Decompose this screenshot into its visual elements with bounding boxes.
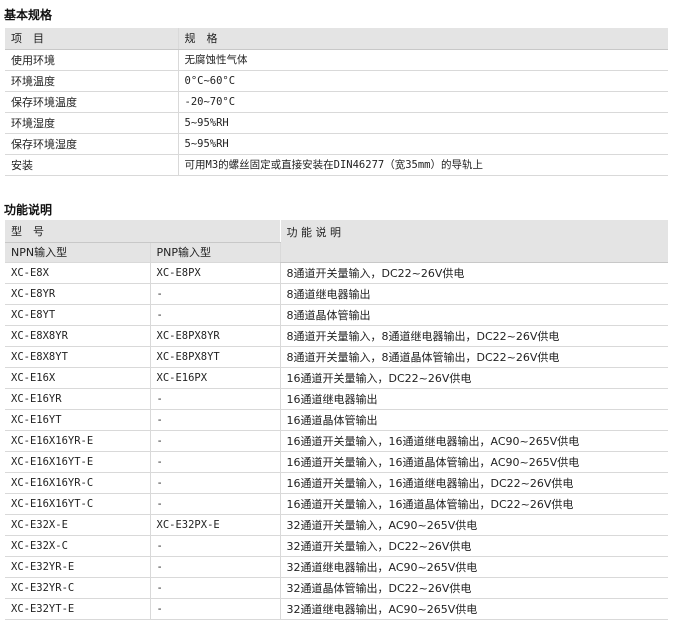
spec-value-cell: 可用M3的螺丝固定或直接安装在DIN46277（宽35mm）的导轨上 <box>178 154 668 176</box>
header-model: 型 号 <box>5 220 280 243</box>
spec-item-cell: 保存环境湿度 <box>5 133 179 155</box>
pnp-model-cell: - <box>150 283 281 305</box>
npn-model-cell: XC-E8X8YR <box>5 325 151 347</box>
header-function: 功 能 说 明 <box>280 220 668 263</box>
spec-item-cell: 使用环境 <box>5 49 179 71</box>
spec-value-cell: -20~70°C <box>178 91 668 113</box>
function-cell: 16通道开关量输入，16通道继电器输出，AC90~265V供电 <box>280 430 668 452</box>
npn-model-cell: XC-E8X <box>5 262 151 284</box>
table-row: 保存环境温度 -20~70°C <box>5 91 668 113</box>
pnp-model-cell: XC-E16PX <box>150 367 281 389</box>
table-row: 环境湿度 5~95%RH <box>5 112 668 134</box>
npn-model-cell: XC-E32YR-E <box>5 556 151 578</box>
function-cell: 8通道开关量输入，DC22~26V供电 <box>280 262 668 284</box>
table-row: XC-E32X-E XC-E32PX-E 32通道开关量输入，AC90~265V供电 <box>5 514 668 536</box>
table-row: XC-E32X-C -32通道开关量输入，DC22~26V供电 <box>5 535 668 557</box>
spec-value-cell: 5~95%RH <box>178 112 668 134</box>
function-cell: 16通道开关量输入，16通道晶体管输出，DC22~26V供电 <box>280 493 668 515</box>
table-row: XC-E8YR -8通道继电器输出 <box>5 283 668 305</box>
function-cell: 32通道继电器输出，AC90~265V供电 <box>280 556 668 578</box>
table-row: 保存环境湿度 5~95%RH <box>5 133 668 155</box>
table-row: XC-E16X16YT-C -16通道开关量输入，16通道晶体管输出，DC22~2… <box>5 493 668 515</box>
function-cell: 32通道继电器输出，AC90~265V供电 <box>280 598 668 620</box>
pnp-model-cell: - <box>150 556 281 578</box>
pnp-model-cell: - <box>150 430 281 452</box>
pnp-model-cell: XC-E8PX <box>150 262 281 284</box>
table-header-row: 项 目 规 格 <box>5 28 668 50</box>
pnp-model-cell: XC-E8PX8YR <box>150 325 281 347</box>
pnp-model-cell: - <box>150 535 281 557</box>
function-cell: 8通道开关量输入，8通道继电器输出，DC22~26V供电 <box>280 325 668 347</box>
function-desc-title: 功能说明 <box>4 203 53 217</box>
pnp-model-cell: - <box>150 577 281 599</box>
npn-model-cell: XC-E32X-E <box>5 514 151 536</box>
function-cell: 8通道继电器输出 <box>280 283 668 305</box>
table-header-row: 型 号 功 能 说 明 <box>5 220 668 263</box>
pnp-model-cell: - <box>150 472 281 494</box>
basic-specs-table: 项 目 规 格 使用环境 无腐蚀性气体 环境温度 0°C~60°C 保存环境温度 -20~… <box>5 28 668 176</box>
function-cell: 16通道开关量输入，16通道继电器输出，DC22~26V供电 <box>280 472 668 494</box>
function-cell: 32通道晶体管输出，DC22~26V供电 <box>280 577 668 599</box>
npn-model-cell: XC-E32X-C <box>5 535 151 557</box>
function-cell: 8通道晶体管输出 <box>280 304 668 326</box>
table-row: XC-E16X16YR-E -16通道开关量输入，16通道继电器输出，AC90~2… <box>5 430 668 452</box>
npn-model-cell: XC-E8YT <box>5 304 151 326</box>
pnp-model-cell: - <box>150 304 281 326</box>
spec-item-cell: 安装 <box>5 154 179 176</box>
table-row: XC-E8YT -8通道晶体管输出 <box>5 304 668 326</box>
spec-item-cell: 环境湿度 <box>5 112 179 134</box>
table-row: XC-E16X XC-E16PX 16通道开关量输入，DC22~26V供电 <box>5 367 668 389</box>
basic-specs-title: 基本规格 <box>4 8 53 22</box>
npn-model-cell: XC-E16X <box>5 367 151 389</box>
pnp-model-cell: XC-E32PX-E <box>150 514 281 536</box>
pnp-model-cell: - <box>150 388 281 410</box>
function-cell: 32通道开关量输入，AC90~265V供电 <box>280 514 668 536</box>
npn-model-cell: XC-E16YT <box>5 409 151 431</box>
npn-model-cell: XC-E16X16YT-E <box>5 451 151 473</box>
table-row: XC-E8X8YR XC-E8PX8YR 8通道开关量输入，8通道继电器输出，DC2… <box>5 325 668 347</box>
spec-value-cell: 无腐蚀性气体 <box>178 49 668 71</box>
table-row: XC-E32YR-C -32通道晶体管输出，DC22~26V供电 <box>5 577 668 599</box>
npn-model-cell: XC-E16YR <box>5 388 151 410</box>
pnp-model-cell: XC-E8PX8YT <box>150 346 281 368</box>
table-row: XC-E32YR-E -32通道继电器输出，AC90~265V供电 <box>5 556 668 578</box>
function-cell: 32通道开关量输入，DC22~26V供电 <box>280 535 668 557</box>
header-spec: 规 格 <box>178 28 668 50</box>
npn-model-cell: XC-E32YT-E <box>5 598 151 620</box>
npn-model-cell: XC-E16X16YR-E <box>5 430 151 452</box>
header-item: 项 目 <box>5 28 179 50</box>
npn-model-cell: XC-E8YR <box>5 283 151 305</box>
npn-model-cell: XC-E16X16YT-C <box>5 493 151 515</box>
pnp-model-cell: - <box>150 598 281 620</box>
pnp-model-cell: - <box>150 493 281 515</box>
function-desc-table: 型 号 功 能 说 明 NPN输入型 PNP输入型 XC-E8X XC-E8PX 8… <box>5 220 668 620</box>
table-row: XC-E32YT-E -32通道继电器输出，AC90~265V供电 <box>5 598 668 620</box>
spec-value-cell: 0°C~60°C <box>178 70 668 92</box>
function-cell: 8通道开关量输入，8通道晶体管输出，DC22~26V供电 <box>280 346 668 368</box>
npn-model-cell: XC-E16X16YR-C <box>5 472 151 494</box>
pnp-model-cell: - <box>150 451 281 473</box>
table-row: XC-E16X16YR-C -16通道开关量输入，16通道继电器输出，DC22~2… <box>5 472 668 494</box>
table-row: 使用环境 无腐蚀性气体 <box>5 49 668 71</box>
spec-value-cell: 5~95%RH <box>178 133 668 155</box>
npn-model-cell: XC-E32YR-C <box>5 577 151 599</box>
table-row: XC-E16YT -16通道晶体管输出 <box>5 409 668 431</box>
npn-model-cell: XC-E8X8YT <box>5 346 151 368</box>
function-cell: 16通道晶体管输出 <box>280 409 668 431</box>
spec-item-cell: 保存环境温度 <box>5 91 179 113</box>
function-cell: 16通道开关量输入，DC22~26V供电 <box>280 367 668 389</box>
header-npn: NPN输入型 <box>5 242 151 263</box>
table-row: XC-E8X8YT XC-E8PX8YT 8通道开关量输入，8通道晶体管输出，DC2… <box>5 346 668 368</box>
pnp-model-cell: - <box>150 409 281 431</box>
function-cell: 16通道开关量输入，16通道晶体管输出，AC90~265V供电 <box>280 451 668 473</box>
function-cell: 16通道继电器输出 <box>280 388 668 410</box>
table-row: 环境温度 0°C~60°C <box>5 70 668 92</box>
table-row: 安装 可用M3的螺丝固定或直接安装在DIN46277（宽35mm）的导轨上 <box>5 154 668 176</box>
table-row: XC-E8X XC-E8PX 8通道开关量输入，DC22~26V供电 <box>5 262 668 284</box>
table-row: XC-E16X16YT-E -16通道开关量输入，16通道晶体管输出，AC90~2… <box>5 451 668 473</box>
header-pnp: PNP输入型 <box>150 242 281 263</box>
table-row: XC-E16YR -16通道继电器输出 <box>5 388 668 410</box>
spec-item-cell: 环境温度 <box>5 70 179 92</box>
